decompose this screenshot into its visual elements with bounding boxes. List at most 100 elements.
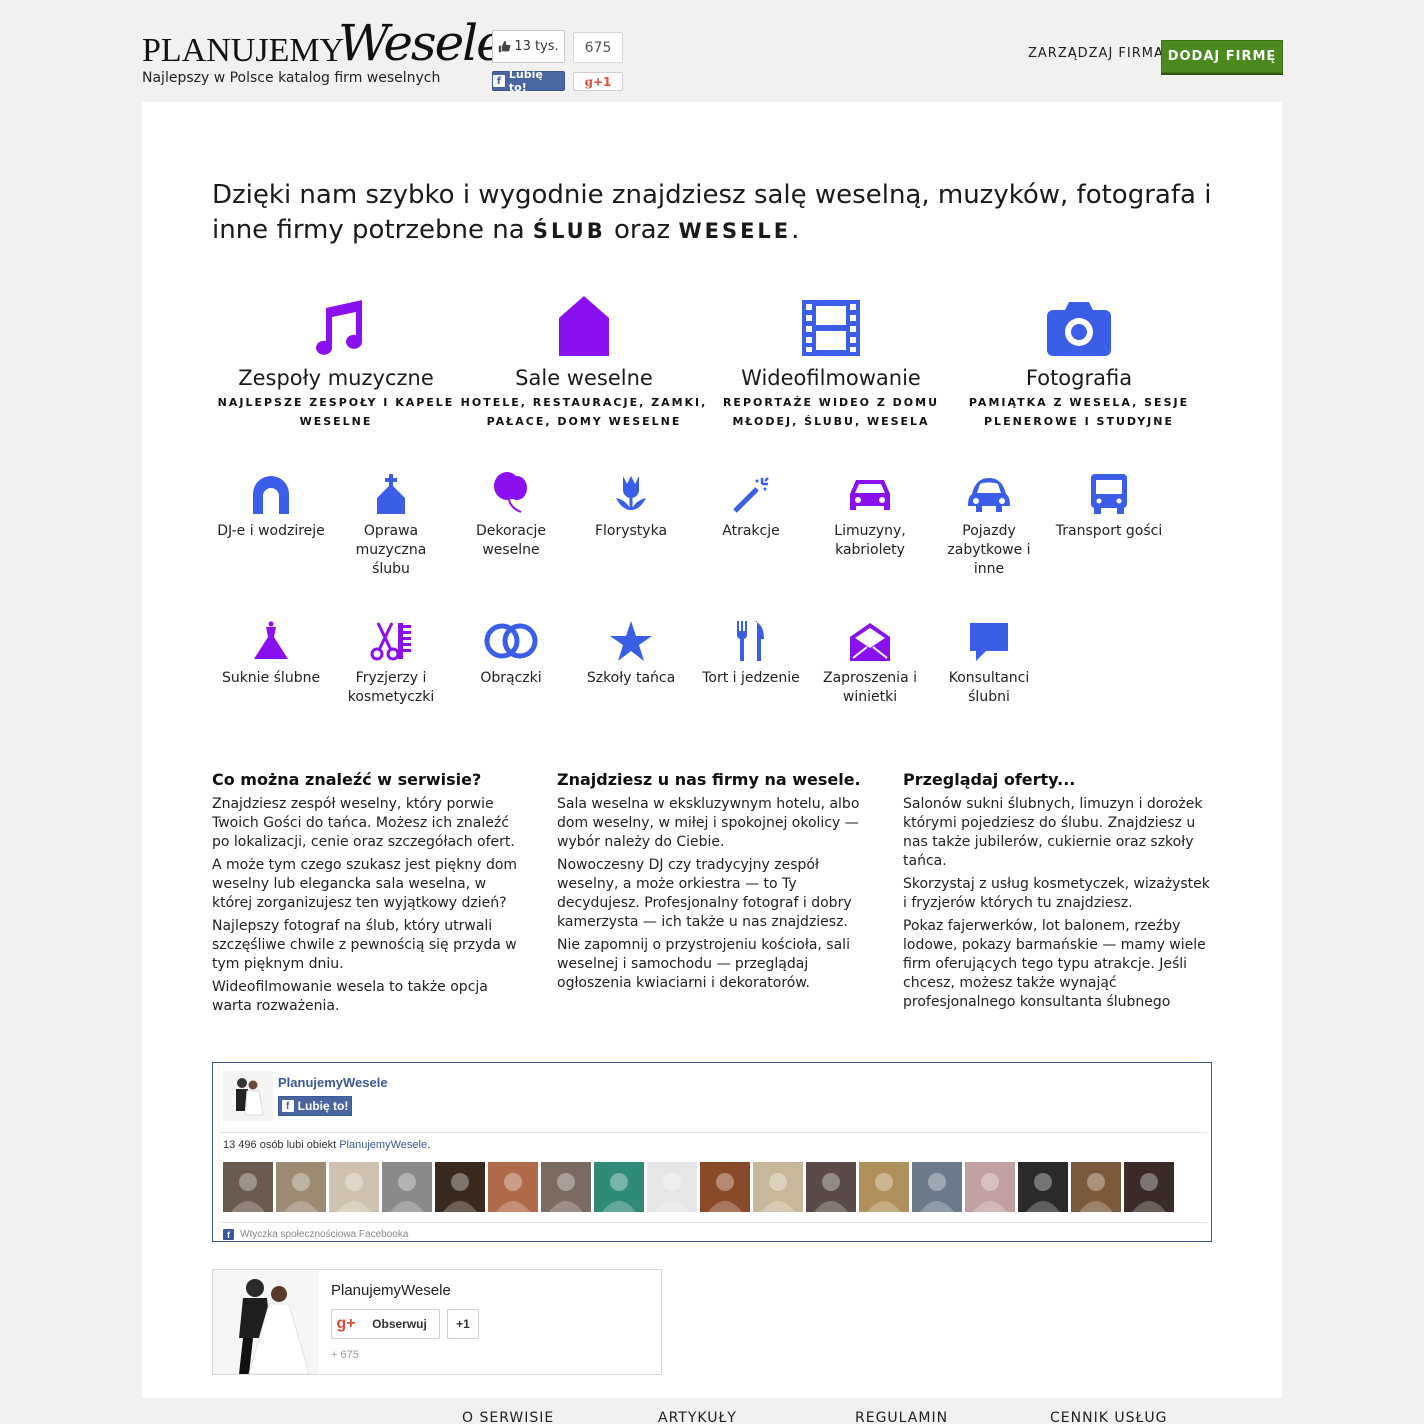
fan-avatar[interactable] bbox=[806, 1162, 856, 1212]
category-fryzjerzy[interactable]: Fryzjerzy i kosmetyczki bbox=[336, 617, 446, 707]
fb-page-like-button[interactable]: f Lubię to! bbox=[278, 1096, 352, 1116]
intro-part: oraz bbox=[613, 215, 671, 245]
tulip-icon bbox=[616, 476, 646, 510]
fan-avatar[interactable] bbox=[382, 1162, 432, 1212]
category-sale-weselne[interactable]: Sale weselne HOTELE, RESTAURACJE, ZAMKI,… bbox=[460, 290, 708, 431]
gplus-label: +1 bbox=[592, 74, 612, 89]
category-zaproszenia[interactable]: Zaproszenia i winietki bbox=[815, 617, 925, 707]
rings-icon bbox=[484, 623, 538, 659]
column-heading: Przeglądaj oferty... bbox=[903, 770, 1076, 789]
intro-part: . bbox=[791, 215, 800, 245]
category-suknie[interactable]: Suknie ślubne bbox=[216, 617, 326, 688]
category-label: Limuzyny, kabriolety bbox=[834, 523, 906, 558]
facebook-icon: f bbox=[223, 1229, 234, 1240]
gp-follow-label: Obserwuj bbox=[372, 1317, 427, 1331]
gp-follow-button[interactable]: g+ Obserwuj bbox=[331, 1309, 440, 1339]
category-konsultanci[interactable]: Konsultanci ślubni bbox=[934, 617, 1044, 707]
category-obraczki[interactable]: Obrączki bbox=[456, 617, 566, 688]
fb-page-name[interactable]: PlanujemyWesele bbox=[278, 1075, 388, 1090]
fan-avatar[interactable] bbox=[435, 1162, 485, 1212]
manage-firm-link[interactable]: ZARZĄDZAJ FIRMĄ bbox=[1028, 46, 1164, 61]
fan-avatar[interactable] bbox=[1124, 1162, 1174, 1212]
fan-avatar[interactable] bbox=[965, 1162, 1015, 1212]
house-icon bbox=[559, 296, 609, 356]
category-subtitle: PAMIĄTKA Z WESELA, SESJE PLENEROWE I STU… bbox=[968, 396, 1190, 428]
fan-avatar[interactable] bbox=[223, 1162, 273, 1212]
category-label: Transport gości bbox=[1055, 523, 1163, 539]
category-title: Zespoły muzyczne bbox=[238, 366, 434, 390]
category-zespoly-muzyczne[interactable]: Zespoły muzyczne NAJLEPSZE ZESPOŁY I KAP… bbox=[212, 290, 460, 431]
fan-avatar[interactable] bbox=[329, 1162, 379, 1212]
fan-avatar[interactable] bbox=[753, 1162, 803, 1212]
fb-likes-text: 13 496 osób lubi obiekt PlanujemyWesele. bbox=[223, 1139, 430, 1151]
gp-plus-one-button[interactable]: +1 bbox=[447, 1309, 479, 1339]
category-label: Suknie ślubne bbox=[221, 670, 321, 686]
scissors-comb-icon bbox=[370, 622, 411, 661]
category-dekoracje[interactable]: Dekoracje weselne bbox=[456, 470, 566, 560]
column-heading: Co można znaleźć w serwisie? bbox=[212, 770, 482, 789]
fan-avatar[interactable] bbox=[276, 1162, 326, 1212]
category-transport[interactable]: Transport gości bbox=[1054, 470, 1164, 541]
category-label: DJ-e i wodzireje bbox=[217, 523, 325, 539]
couple-photo-icon[interactable] bbox=[213, 1270, 319, 1374]
fb-plugin-footer[interactable]: f Wtyczka społecznościowa Facebooka bbox=[223, 1229, 408, 1240]
intro-bold-wesele: WESELE bbox=[678, 219, 792, 243]
divider bbox=[221, 1222, 1207, 1223]
fan-avatar[interactable] bbox=[541, 1162, 591, 1212]
fan-avatar[interactable] bbox=[859, 1162, 909, 1212]
category-label: Atrakcje bbox=[722, 523, 780, 539]
fb-page-link[interactable]: PlanujemyWesele bbox=[339, 1139, 427, 1151]
bus-icon bbox=[1091, 474, 1127, 514]
category-label: Konsultanci ślubni bbox=[948, 670, 1030, 705]
footer-link-o-serwisie[interactable]: O SERWISIE bbox=[462, 1410, 554, 1424]
fb-like-button[interactable]: f Lubię to! bbox=[492, 68, 565, 94]
fan-avatar[interactable] bbox=[1018, 1162, 1068, 1212]
column-paragraph: Skorzystaj z usług kosmetyczek, wizażyst… bbox=[903, 876, 1210, 911]
fb-page-thumbnail[interactable] bbox=[223, 1071, 273, 1121]
column-paragraph: Nie zapomnij o przystrojeniu kościoła, s… bbox=[557, 937, 850, 991]
category-label: Florystyka bbox=[594, 523, 668, 539]
divider bbox=[221, 1132, 1207, 1133]
fb-like-count: 13 tys. bbox=[492, 30, 565, 63]
category-label: Oprawa muzyczna ślubu bbox=[355, 523, 427, 577]
column-paragraph: Nowoczesny DJ czy tradycyjny zespół wese… bbox=[557, 857, 852, 930]
category-oprawa[interactable]: Oprawa muzyczna ślubu bbox=[336, 470, 446, 579]
category-wideofilmowanie[interactable]: Wideofilmowanie REPORTAŻE WIDEO Z DOMU M… bbox=[707, 290, 955, 431]
church-icon bbox=[377, 474, 405, 514]
fan-avatar[interactable] bbox=[700, 1162, 750, 1212]
footer-link-regulamin[interactable]: REGULAMIN bbox=[855, 1410, 948, 1424]
fan-avatar[interactable] bbox=[912, 1162, 962, 1212]
category-dj[interactable]: DJ-e i wodzireje bbox=[216, 470, 326, 541]
category-label: Pojazdy zabytkowe i inne bbox=[947, 523, 1031, 577]
category-limuzyny[interactable]: Limuzyny, kabriolety bbox=[815, 470, 925, 560]
likes-end: . bbox=[427, 1139, 431, 1151]
fb-fans-faces bbox=[223, 1162, 1174, 1212]
gplus-count: 675 bbox=[573, 32, 623, 63]
category-tort[interactable]: Tort i jedzenie bbox=[696, 617, 806, 688]
fan-avatar[interactable] bbox=[647, 1162, 697, 1212]
logo-text-script: Wesele bbox=[338, 14, 506, 72]
couple-photo-icon bbox=[223, 1071, 273, 1121]
category-label: Zaproszenia i winietki bbox=[822, 670, 917, 705]
fan-avatar[interactable] bbox=[488, 1162, 538, 1212]
site-tagline: Najlepszy w Polsce katalog firm weselnyc… bbox=[142, 70, 441, 86]
fan-avatar[interactable] bbox=[594, 1162, 644, 1212]
category-szkoly-tanca[interactable]: Szkoły tańca bbox=[576, 617, 686, 688]
category-title: Wideofilmowanie bbox=[741, 366, 921, 390]
google-plus-icon: g+ bbox=[336, 1315, 356, 1332]
fan-avatar[interactable] bbox=[1071, 1162, 1121, 1212]
gplus-button[interactable]: g +1 bbox=[573, 72, 623, 91]
footer-link-cennik[interactable]: CENNIK USŁUG bbox=[1050, 1410, 1167, 1424]
category-subtitle: REPORTAŻE WIDEO Z DOMU MŁODEJ, ŚLUBU, WE… bbox=[722, 396, 940, 428]
category-pojazdy-zabytkowe[interactable]: Pojazdy zabytkowe i inne bbox=[934, 470, 1044, 579]
film-icon bbox=[802, 300, 860, 356]
gp-page-name[interactable]: PlanujemyWesele bbox=[331, 1282, 451, 1299]
category-florystyka[interactable]: Florystyka bbox=[576, 470, 686, 541]
category-atrakcje[interactable]: Atrakcje bbox=[696, 470, 806, 541]
add-firm-button[interactable]: DODAJ FIRMĘ bbox=[1161, 40, 1283, 73]
intro-text: Dzięki nam szybko i wygodnie znajdziesz … bbox=[212, 178, 1212, 249]
info-column-1: Co można znaleźć w serwisie? Znajdziesz … bbox=[212, 770, 524, 1020]
column-paragraph: Salonów sukni ślubnych, limuzyn i doroże… bbox=[903, 796, 1203, 869]
category-fotografia[interactable]: Fotografia PAMIĄTKA Z WESELA, SESJE PLEN… bbox=[955, 290, 1203, 431]
footer-link-artykuly[interactable]: ARTYKUŁY bbox=[658, 1410, 737, 1424]
